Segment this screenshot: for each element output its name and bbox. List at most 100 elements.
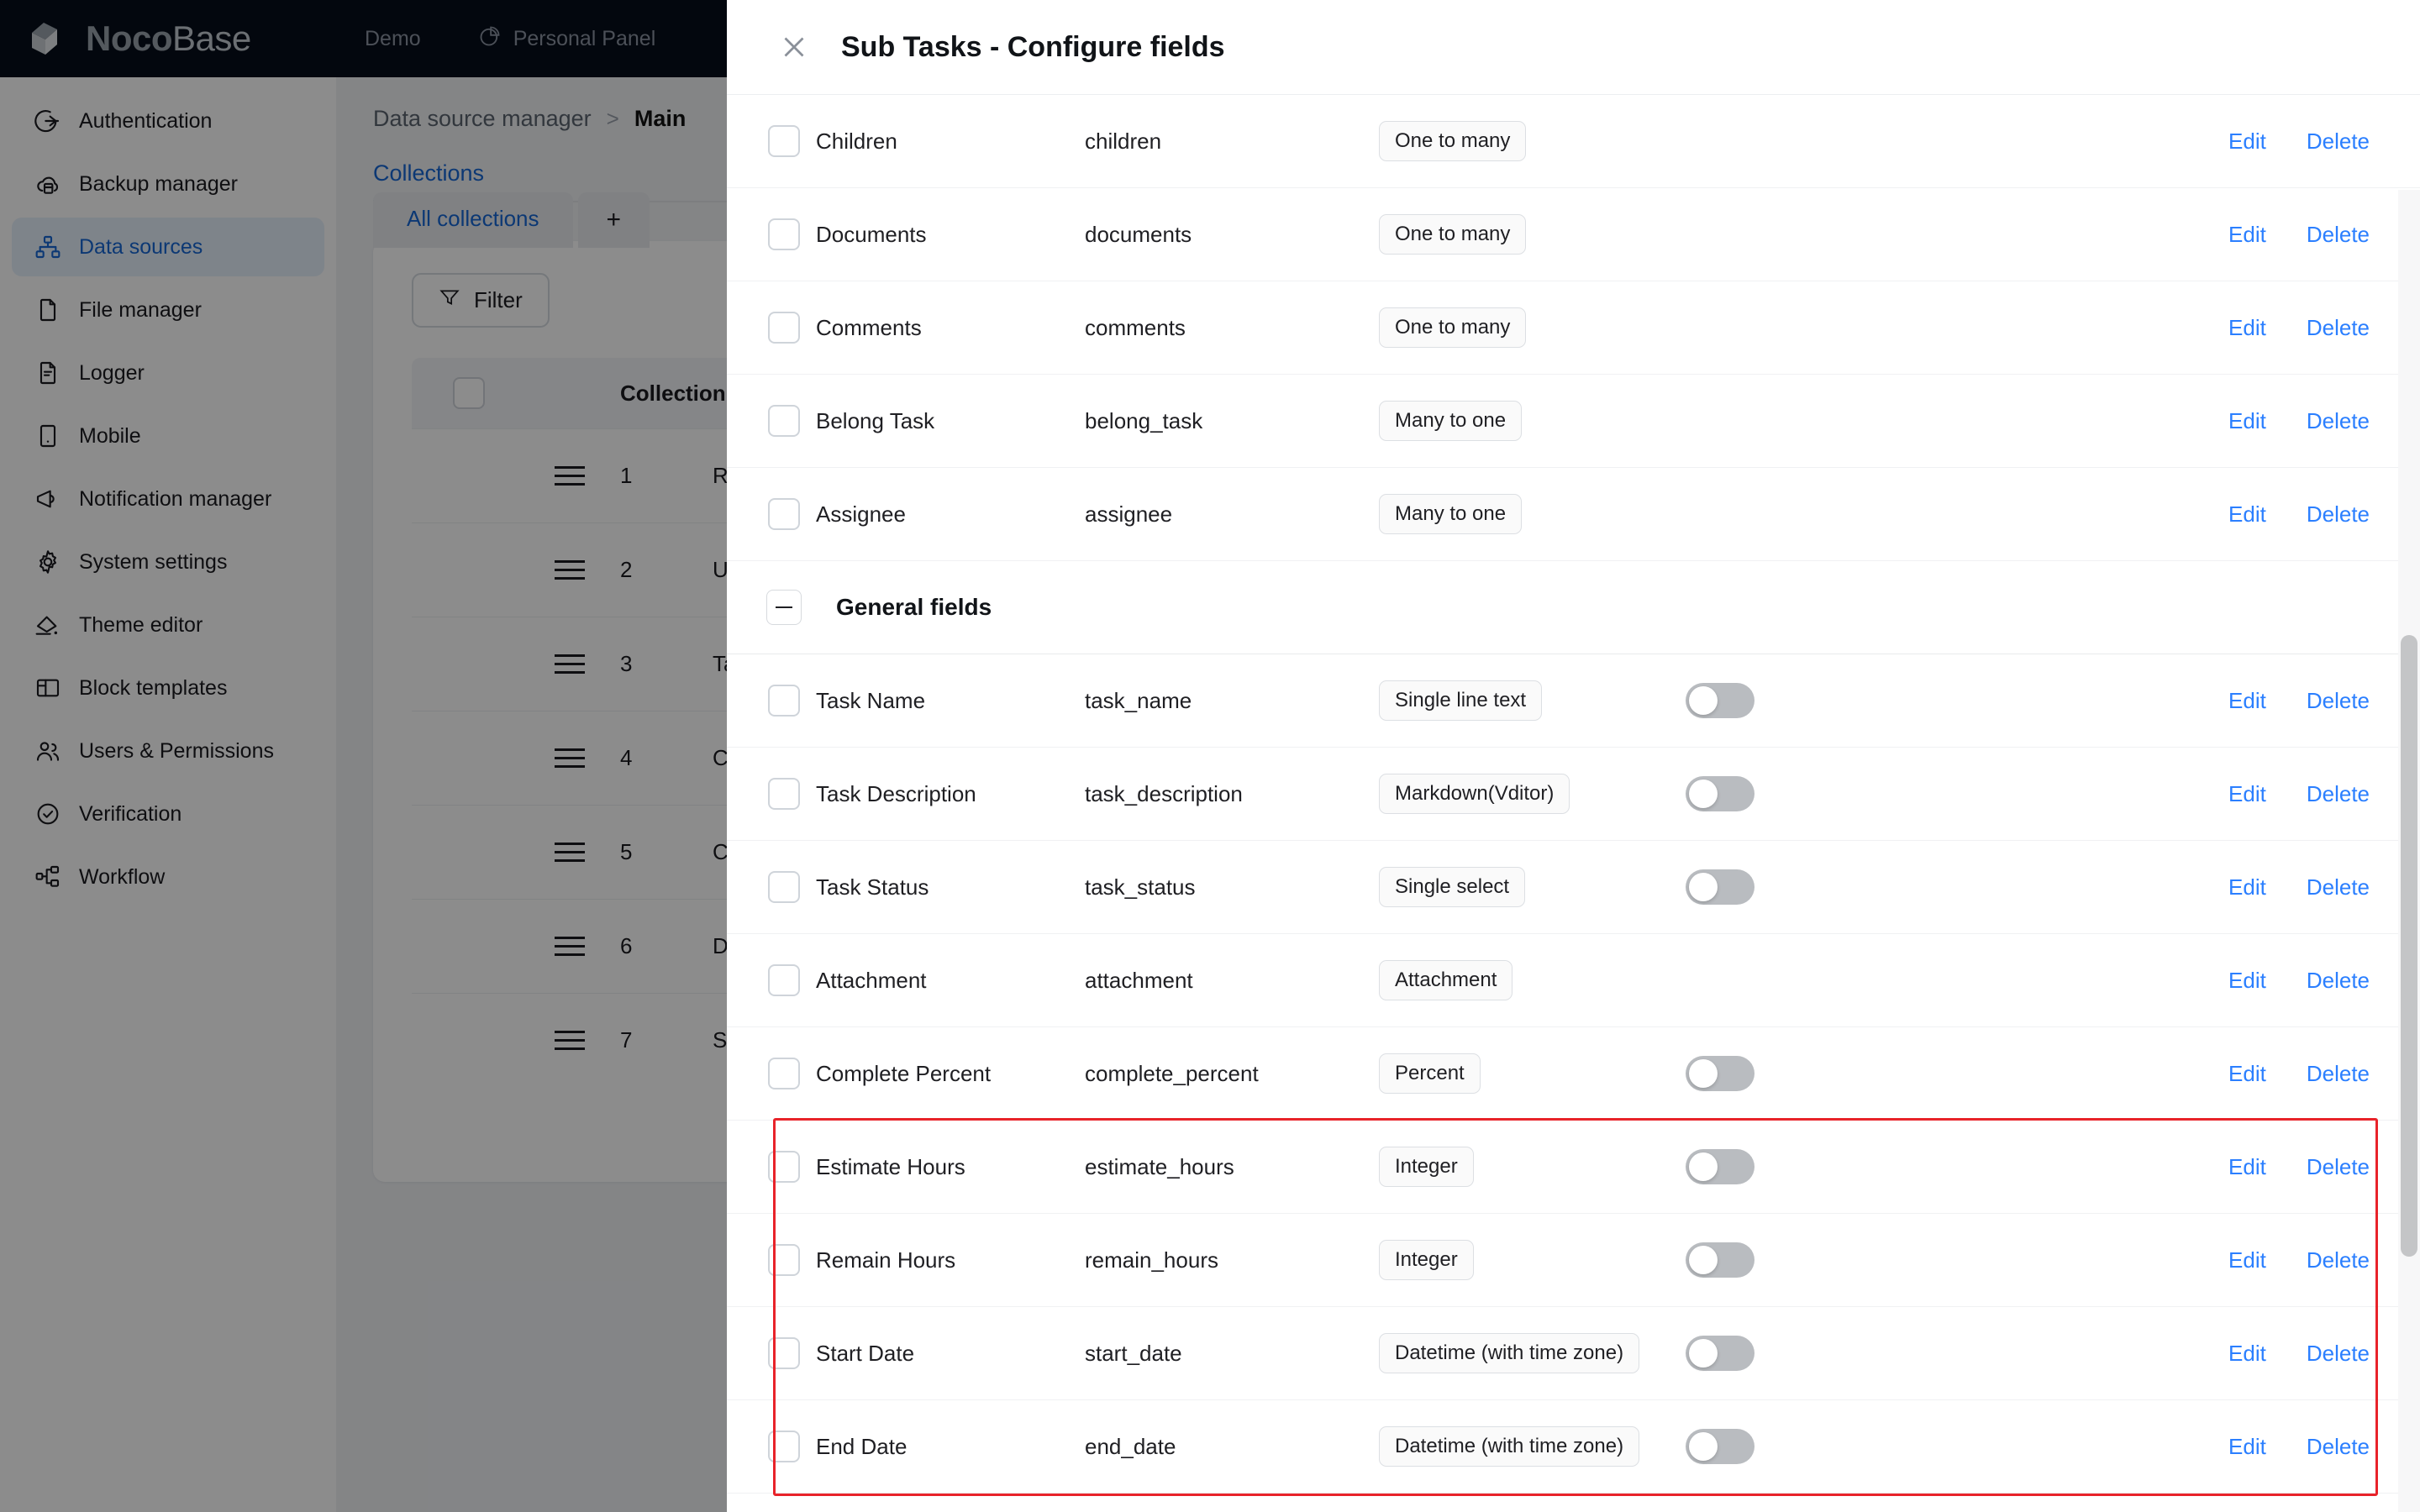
field-enable-toggle[interactable] xyxy=(1686,1242,1754,1278)
collapse-minus-icon[interactable] xyxy=(766,590,802,625)
field-checkbox-cell xyxy=(727,1058,816,1089)
field-row[interactable]: Estimate Hours estimate_hours Integer Edit D… xyxy=(727,1121,2420,1214)
delete-link[interactable]: Delete xyxy=(2307,1154,2370,1180)
edit-link[interactable]: Edit xyxy=(2228,315,2266,341)
field-display-name: Belong Task xyxy=(816,407,935,433)
delete-link[interactable]: Delete xyxy=(2307,968,2370,994)
edit-link[interactable]: Edit xyxy=(2228,968,2266,994)
scrollbar-track[interactable] xyxy=(2398,190,2420,1512)
edit-link[interactable]: Edit xyxy=(2228,874,2266,900)
field-enable-toggle[interactable] xyxy=(1686,1336,1754,1371)
field-row[interactable]: End Date end_date Datetime (with time zone… xyxy=(727,1400,2420,1494)
delete-link[interactable]: Delete xyxy=(2307,781,2370,807)
field-enable-toggle[interactable] xyxy=(1686,776,1754,811)
delete-link[interactable]: Delete xyxy=(2307,129,2370,155)
field-checkbox[interactable] xyxy=(768,964,800,996)
field-actions: Edit Delete xyxy=(1854,222,2370,248)
field-actions: Edit Delete xyxy=(1854,501,2370,528)
edit-link[interactable]: Edit xyxy=(2228,781,2266,807)
close-icon[interactable] xyxy=(777,30,811,64)
field-enable-toggle[interactable] xyxy=(1686,869,1754,905)
field-checkbox[interactable] xyxy=(768,218,800,250)
field-enable-toggle[interactable] xyxy=(1686,1429,1754,1464)
field-type-cell: One to many xyxy=(1379,307,1686,348)
field-checkbox[interactable] xyxy=(768,871,800,903)
field-checkbox[interactable] xyxy=(768,685,800,717)
field-key: estimate_hours xyxy=(1085,1153,1234,1179)
field-row[interactable]: Task Status task_status Single select Edit D… xyxy=(727,841,2420,934)
field-row[interactable]: Attachment attachment Attachment Edit Delete xyxy=(727,934,2420,1027)
delete-link[interactable]: Delete xyxy=(2307,1341,2370,1367)
field-toggle-cell xyxy=(1686,776,1854,811)
field-enable-toggle[interactable] xyxy=(1686,1149,1754,1184)
field-row[interactable]: Assignee assignee Many to one Edit Delete xyxy=(727,468,2420,561)
field-row[interactable]: Documents documents One to many Edit Delete xyxy=(727,188,2420,281)
field-checkbox[interactable] xyxy=(768,1431,800,1462)
field-type-cell: Single line text xyxy=(1379,680,1686,721)
field-type-tag: Markdown(Vditor) xyxy=(1379,774,1570,814)
delete-link[interactable]: Delete xyxy=(2307,1434,2370,1460)
edit-link[interactable]: Edit xyxy=(2228,222,2266,248)
field-actions: Edit Delete xyxy=(1854,688,2370,714)
field-display-name: Assignee xyxy=(816,501,906,527)
field-row[interactable]: Children children One to many Edit Delete xyxy=(727,95,2420,188)
field-toggle-cell xyxy=(1686,1429,1854,1464)
field-checkbox[interactable] xyxy=(768,498,800,530)
edit-link[interactable]: Edit xyxy=(2228,1341,2266,1367)
field-row[interactable]: Complete Percent complete_percent Percent E… xyxy=(727,1027,2420,1121)
field-type-tag: Datetime (with time zone) xyxy=(1379,1333,1640,1373)
field-toggle-cell xyxy=(1686,1149,1854,1184)
field-toggle-cell xyxy=(1686,869,1854,905)
field-group-header[interactable]: General fields xyxy=(727,561,2420,654)
field-type-tag: One to many xyxy=(1379,121,1527,161)
field-actions: Edit Delete xyxy=(1854,1341,2370,1367)
field-actions: Edit Delete xyxy=(1854,781,2370,807)
edit-link[interactable]: Edit xyxy=(2228,501,2266,528)
field-type-tag: Datetime (with time zone) xyxy=(1379,1426,1640,1467)
field-row[interactable]: Remain Hours remain_hours Integer Edit Delet… xyxy=(727,1214,2420,1307)
field-row[interactable]: Comments comments One to many Edit Delete xyxy=(727,281,2420,375)
field-enable-toggle[interactable] xyxy=(1686,1056,1754,1091)
edit-link[interactable]: Edit xyxy=(2228,688,2266,714)
field-enable-toggle[interactable] xyxy=(1686,683,1754,718)
delete-link[interactable]: Delete xyxy=(2307,501,2370,528)
field-row[interactable]: Belong Task belong_task Many to one Edit Del… xyxy=(727,375,2420,468)
field-checkbox-cell xyxy=(727,218,816,250)
group-label: General fields xyxy=(836,594,992,620)
field-checkbox[interactable] xyxy=(768,405,800,437)
field-checkbox-cell xyxy=(727,685,816,717)
scrollbar-thumb[interactable] xyxy=(2401,635,2417,1257)
field-type-cell: One to many xyxy=(1379,214,1686,255)
edit-link[interactable]: Edit xyxy=(2228,1154,2266,1180)
delete-link[interactable]: Delete xyxy=(2307,688,2370,714)
field-checkbox[interactable] xyxy=(768,1058,800,1089)
field-checkbox[interactable] xyxy=(768,1337,800,1369)
edit-link[interactable]: Edit xyxy=(2228,129,2266,155)
field-toggle-cell xyxy=(1686,1242,1854,1278)
delete-link[interactable]: Delete xyxy=(2307,1247,2370,1273)
field-checkbox-cell xyxy=(727,964,816,996)
field-checkbox[interactable] xyxy=(768,312,800,344)
field-checkbox[interactable] xyxy=(768,125,800,157)
field-type-cell: Many to one xyxy=(1379,494,1686,534)
field-display-name: Attachment xyxy=(816,967,927,993)
delete-link[interactable]: Delete xyxy=(2307,222,2370,248)
field-display-name: Comments xyxy=(816,314,922,340)
field-checkbox-cell xyxy=(727,871,816,903)
delete-link[interactable]: Delete xyxy=(2307,408,2370,434)
field-key: task_description xyxy=(1085,780,1243,806)
field-checkbox[interactable] xyxy=(768,1244,800,1276)
edit-link[interactable]: Edit xyxy=(2228,1061,2266,1087)
field-row[interactable]: Task Description task_description Markdown… xyxy=(727,748,2420,841)
field-checkbox-cell xyxy=(727,125,816,157)
field-row[interactable]: Task Name task_name Single line text Edit De… xyxy=(727,654,2420,748)
delete-link[interactable]: Delete xyxy=(2307,315,2370,341)
delete-link[interactable]: Delete xyxy=(2307,874,2370,900)
edit-link[interactable]: Edit xyxy=(2228,1247,2266,1273)
edit-link[interactable]: Edit xyxy=(2228,408,2266,434)
field-checkbox[interactable] xyxy=(768,1151,800,1183)
edit-link[interactable]: Edit xyxy=(2228,1434,2266,1460)
field-row[interactable]: Start Date start_date Datetime (with time … xyxy=(727,1307,2420,1400)
field-checkbox[interactable] xyxy=(768,778,800,810)
delete-link[interactable]: Delete xyxy=(2307,1061,2370,1087)
